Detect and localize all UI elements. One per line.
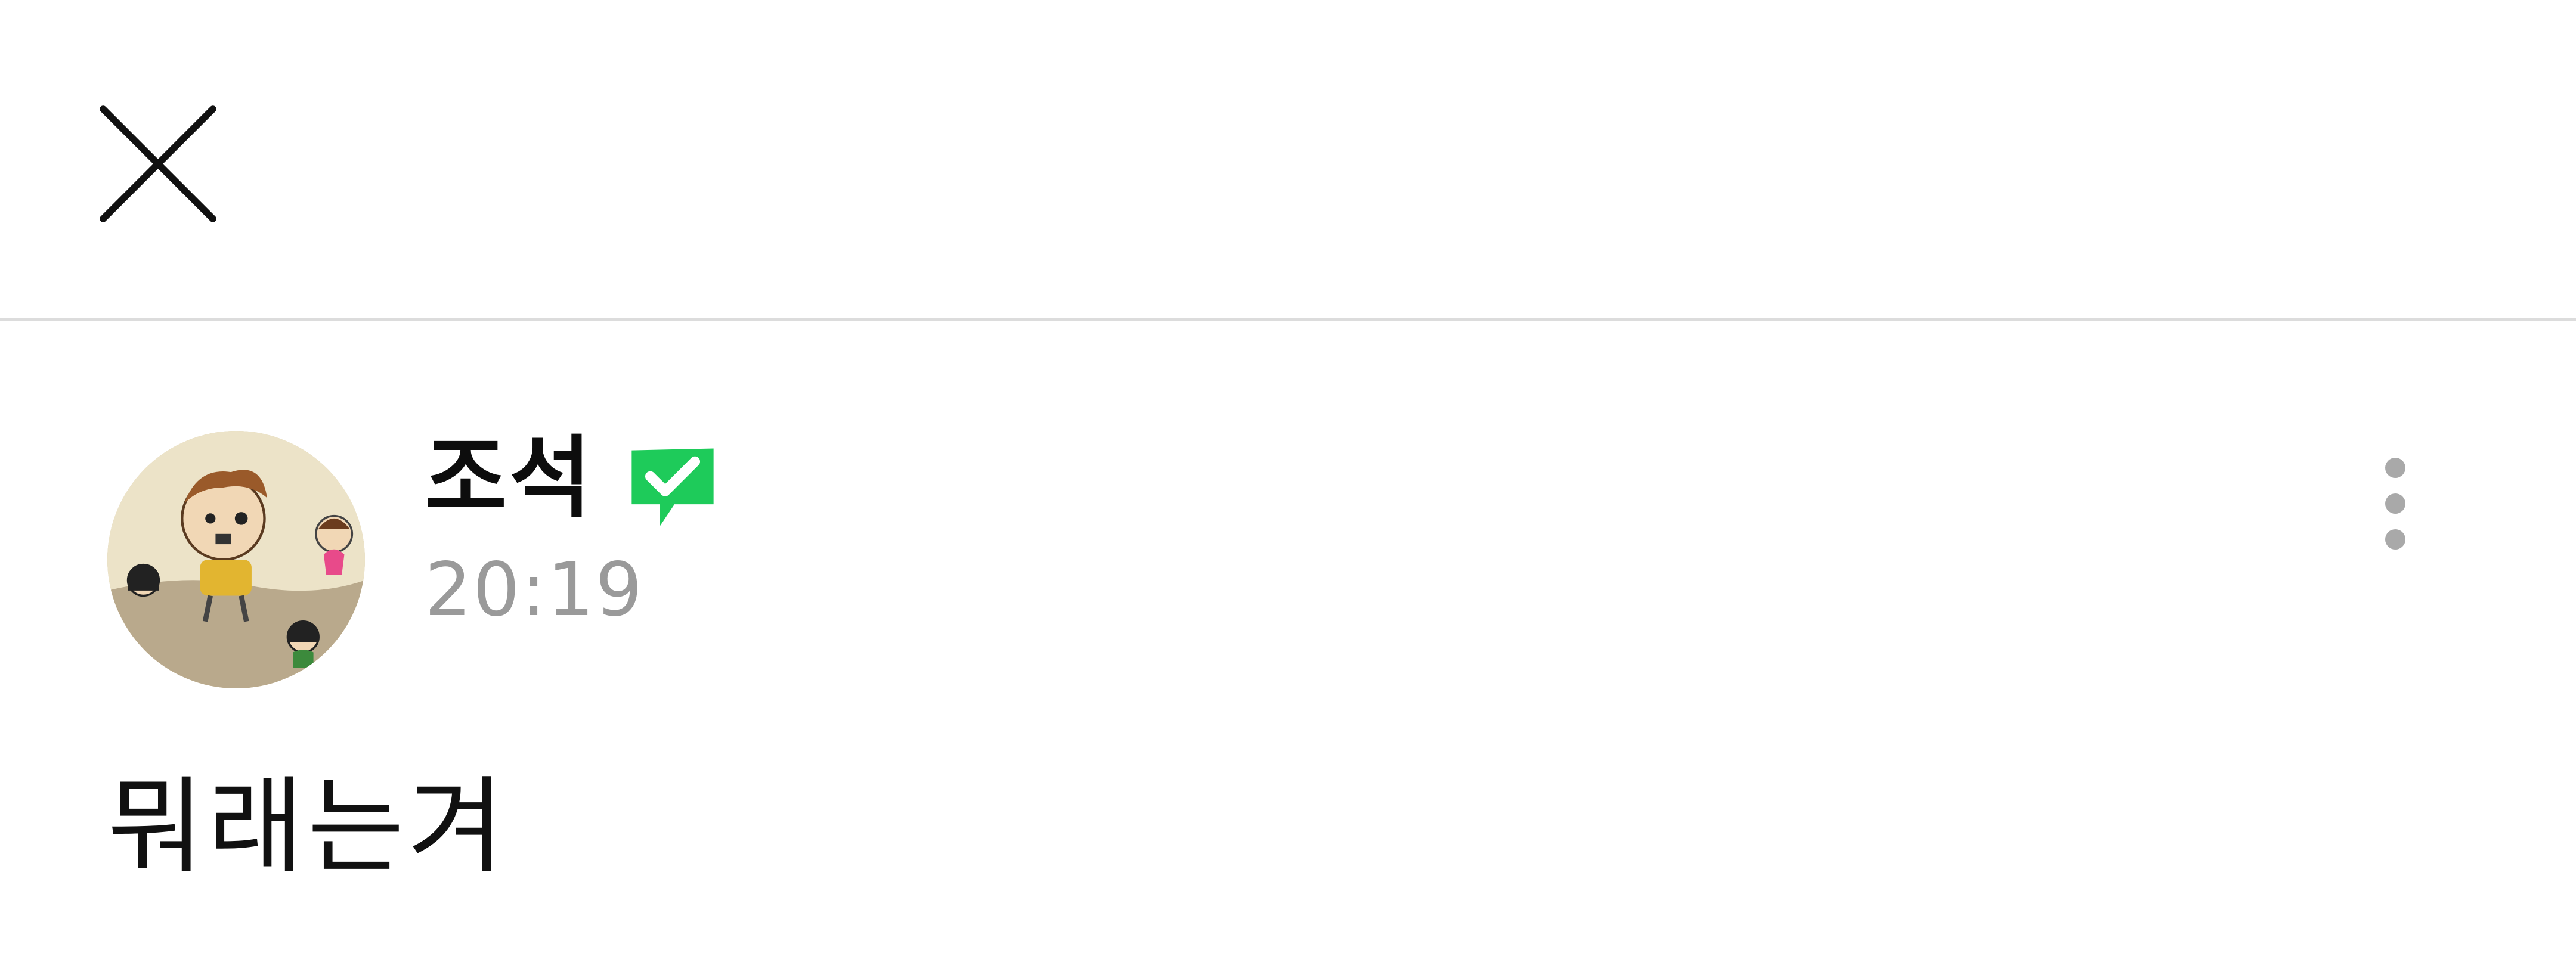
post-time: 20:19 [425, 547, 644, 633]
post-header: 조석 20:19 [0, 321, 2576, 690]
author-line: 조석 [425, 419, 719, 538]
avatar[interactable] [107, 431, 365, 688]
author-name[interactable]: 조석 [425, 434, 594, 523]
top-bar [0, 0, 2576, 321]
verified-check-icon [626, 445, 719, 530]
more-options-button[interactable] [2367, 452, 2427, 595]
close-icon [100, 105, 216, 222]
post-body-text: 뭐래는겨 [107, 766, 508, 888]
avatar-image [107, 431, 365, 688]
close-button[interactable] [89, 95, 227, 232]
